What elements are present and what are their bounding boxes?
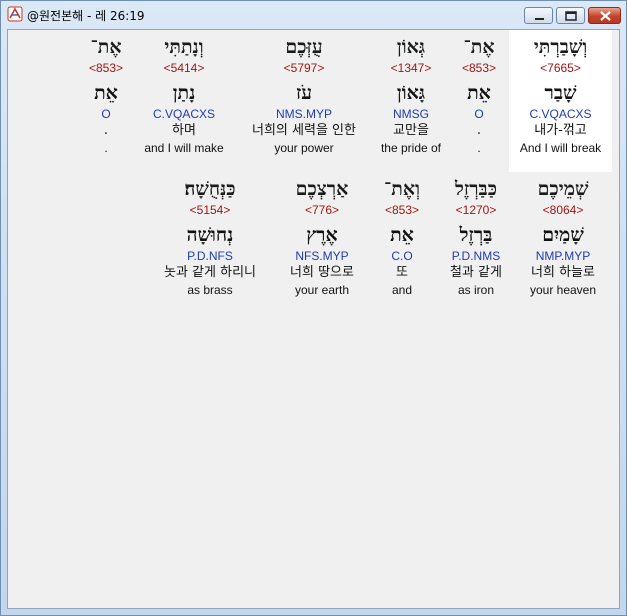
strong-number[interactable]: <7665> — [509, 60, 612, 76]
morphology-code: C.O — [391, 249, 413, 263]
word-block[interactable]: וְשָׁבַרְתִּי <7665> שָׁבַר C.VQACXS 내가-… — [509, 30, 612, 172]
hebrew-word: כַּבַּרְזֶל — [455, 178, 497, 200]
word-block[interactable]: כַּבַּרְזֶל <1270> בַּרְזֶל P.D.NMS 철과 같… — [436, 176, 516, 298]
minimize-button[interactable] — [524, 7, 553, 24]
english-gloss: and — [391, 283, 413, 297]
strong-number[interactable]: <5797> — [236, 60, 372, 76]
hebrew-lemma: שָׁבַר — [544, 82, 577, 104]
hebrew-word: וְנָתַתִּי — [164, 36, 204, 58]
maximize-button[interactable] — [556, 7, 585, 24]
hebrew-word: וְאֶת־ — [384, 178, 420, 200]
interlinear-view[interactable]: וְשָׁבַרְתִּי <7665> שָׁבַר C.VQACXS 내가-… — [7, 29, 620, 609]
korean-gloss: . — [476, 123, 482, 138]
hebrew-word: אֶת־ — [90, 36, 122, 58]
english-gloss: your power — [274, 141, 334, 155]
strong-number[interactable]: <776> — [274, 202, 370, 218]
morphology-code: C.VQACXS — [529, 107, 592, 121]
hebrew-lemma: נָתַן — [172, 82, 196, 104]
hebrew-word: וְשָׁבַרְתִּי — [533, 36, 588, 58]
morphology-code: NFS.MYP — [295, 249, 349, 263]
morphology-code: P.D.NFS — [187, 249, 233, 263]
hebrew-word: אֶת־ — [463, 36, 495, 58]
word-block[interactable]: עֻזְּכֶם <5797> עֹז NMS.MYP 너희의 세력을 인한 y… — [236, 34, 372, 156]
hebrew-lemma: שָׁמַיִם — [542, 224, 584, 246]
korean-gloss: 너희의 세력을 인한 — [252, 123, 356, 138]
hebrew-word: גְּאוֹן — [396, 36, 426, 58]
word-block[interactable]: גְּאוֹן <1347> גָּאוֹן NMSG 교만을 the prid… — [371, 34, 451, 156]
word-block[interactable]: וְנָתַתִּי <5414> נָתַן C.VQACXS 하며 and … — [136, 34, 232, 156]
hebrew-word: שְׁמֵיכֶם — [537, 178, 589, 200]
close-button[interactable] — [588, 7, 621, 24]
hebrew-lemma: בַּרְזֶל — [459, 224, 493, 246]
morphology-code: NMP.MYP — [535, 249, 591, 263]
korean-gloss: 철과 같게 — [450, 265, 502, 280]
hebrew-lemma: אֵת — [94, 82, 118, 104]
english-gloss: . — [477, 141, 481, 155]
maximize-icon — [565, 11, 577, 21]
strong-number[interactable]: <8064> — [514, 202, 612, 218]
strong-number[interactable]: <1270> — [436, 202, 516, 218]
window-title: @원전본해 - 레 26:19 — [27, 9, 145, 23]
hebrew-lemma: עֹז — [295, 82, 313, 104]
word-block[interactable]: שְׁמֵיכֶם <8064> שָׁמַיִם NMP.MYP 너희 하늘로… — [514, 176, 612, 298]
app-logo-icon — [7, 6, 23, 22]
strong-number[interactable]: <5414> — [136, 60, 232, 76]
morphology-code: O — [474, 107, 484, 121]
hebrew-lemma: נְחוּשָׁה — [186, 224, 234, 246]
korean-gloss: 하며 — [172, 123, 196, 138]
strong-number[interactable]: <853> — [370, 202, 434, 218]
korean-gloss: 내가-꺾고 — [534, 123, 587, 138]
english-gloss: your heaven — [529, 283, 597, 297]
morphology-code: P.D.NMS — [451, 249, 501, 263]
word-block[interactable]: וְאֶת־ <853> אֵת C.O 또 and — [370, 176, 434, 298]
word-block[interactable]: כַּנְּחֻשָׁה׃ <5154> נְחוּשָׁה P.D.NFS 놋… — [148, 176, 272, 298]
word-block[interactable]: אֶת־ <853> אֵת O . . — [78, 34, 134, 156]
morphology-code: C.VQACXS — [152, 107, 215, 121]
hebrew-lemma: אֵת — [467, 82, 491, 104]
word-block[interactable]: אַרְצְכֶם <776> אֶרֶץ NFS.MYP 너희 땅으로 you… — [274, 176, 370, 298]
english-gloss: . — [104, 141, 108, 155]
korean-gloss: 너희 하늘로 — [531, 265, 595, 280]
word-block[interactable]: אֶת־ <853> אֵת O . . — [449, 34, 509, 156]
english-gloss: as iron — [457, 283, 495, 297]
english-gloss: your earth — [294, 283, 350, 297]
english-gloss: and I will make — [144, 141, 224, 155]
close-icon — [600, 11, 611, 21]
hebrew-lemma: אֵת — [390, 224, 414, 246]
korean-gloss: 또 — [396, 265, 408, 280]
hebrew-word: אַרְצְכֶם — [295, 178, 349, 200]
strong-number[interactable]: <853> — [449, 60, 509, 76]
morphology-code: O — [101, 107, 111, 121]
morphology-code: NMSG — [393, 107, 429, 121]
english-gloss: And I will break — [519, 141, 602, 155]
english-gloss: the pride of — [380, 141, 442, 155]
korean-gloss: 너희 땅으로 — [290, 265, 354, 280]
strong-number[interactable]: <853> — [78, 60, 134, 76]
hebrew-word: כַּנְּחֻשָׁה׃ — [184, 178, 236, 200]
strong-number[interactable]: <1347> — [371, 60, 451, 76]
strong-number[interactable]: <5154> — [148, 202, 272, 218]
korean-gloss: 교만을 — [393, 123, 429, 138]
title-bar[interactable]: @원전본해 - 레 26:19 — [1, 1, 626, 29]
minimize-icon — [535, 18, 544, 20]
english-gloss: as brass — [187, 283, 233, 297]
hebrew-lemma: אֶרֶץ — [306, 224, 338, 246]
korean-gloss: . — [103, 123, 109, 138]
app-window: @원전본해 - 레 26:19 וְשָׁבַרְתִּי <7665> שָׁ… — [0, 0, 627, 616]
korean-gloss: 놋과 같게 하리니 — [164, 265, 256, 280]
hebrew-word: עֻזְּכֶם — [285, 36, 323, 58]
hebrew-lemma: גָּאוֹן — [396, 82, 426, 104]
morphology-code: NMS.MYP — [275, 107, 332, 121]
